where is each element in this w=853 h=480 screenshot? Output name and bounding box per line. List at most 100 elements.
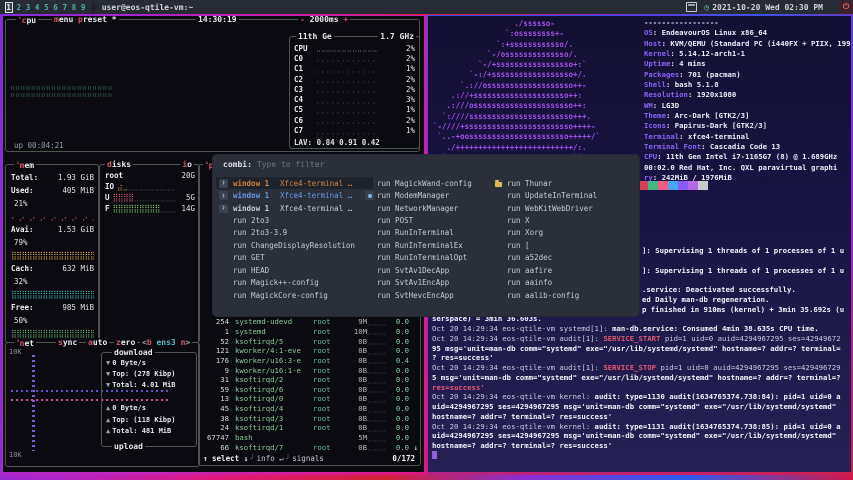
- launcher-row: ❯window 1Xfce4-terminal …run MagickWand-…: [213, 177, 639, 189]
- cpu-panel-title[interactable]: ¹cpu: [16, 16, 38, 25]
- list-item[interactable]: run SvtAv1DecApp: [365, 264, 491, 276]
- table-row[interactable]: 13ksoftirqd/0root0B⣀⣀⣀⣀⣀⣀0.0: [201, 394, 418, 404]
- list-item[interactable]: run ChangeDisplayResolution: [216, 239, 373, 251]
- table-row[interactable]: 31ksoftirqd/2root0B⣀⣀⣀⣀⣀⣀0.0: [201, 375, 418, 385]
- workspace-3[interactable]: 3: [25, 3, 31, 12]
- neofetch-info-line: Kernel: 5.14.12-arch1-1: [644, 49, 851, 59]
- menu-button[interactable]: menu: [52, 16, 75, 24]
- load-average: LAV: 0.84 0.91 0.42: [294, 138, 415, 147]
- launcher-prompt[interactable]: combi: Type to filter: [223, 160, 324, 169]
- workspace-6[interactable]: 6: [53, 3, 59, 12]
- list-item[interactable]: run [: [492, 239, 637, 251]
- table-row[interactable]: 52ksoftirqd/5root0B⣀⣀⣀⣀⣀⣀0.0: [201, 336, 418, 346]
- list-item[interactable]: run SvtAv1EncApp: [365, 277, 491, 289]
- table-row[interactable]: 66ksoftirqd/7root0B⣀⣀⣀⣀⣀⣀0.0↓: [201, 442, 418, 452]
- cpu-meter: ⣀⣀⣀⣀⣀⣀⣀⣀⣀⣀⣀⣀: [316, 44, 395, 52]
- table-row[interactable]: 67747bash5M⣀⣀⣀⣀⣀⣀0.0: [201, 433, 418, 443]
- disks-panel-title[interactable]: disks: [105, 160, 133, 169]
- list-item[interactable]: run Xorg: [492, 227, 637, 239]
- network-panel-title[interactable]: ³net: [14, 338, 36, 348]
- workspace-7[interactable]: 7: [62, 3, 68, 12]
- neofetch-info-line: Shell: bash 5.1.8: [644, 80, 851, 90]
- interval-control[interactable]: - 2000ms +: [298, 16, 350, 24]
- neofetch-info-line: CPU: 11th Gen Intel i7-1165G7 (8) @ 1.68…: [644, 152, 851, 162]
- launcher-row: run GETrun RunInTerminalOptrun a52dec: [213, 252, 639, 264]
- list-item[interactable]: run 2to3-3.9: [216, 227, 373, 239]
- workspace-8[interactable]: 8: [71, 3, 77, 12]
- endeavouros-ascii-logo: ./ssssso- `:ossssssss+- `:+ssssssssssso/…: [433, 19, 600, 163]
- list-item[interactable]: ❯window 1Xfce4-terminal …: [216, 189, 373, 201]
- io-toggle[interactable]: io: [180, 160, 194, 169]
- terminal-window-icon: ❯: [219, 204, 228, 213]
- list-item[interactable]: run X: [492, 214, 637, 226]
- net-zero-button[interactable]: zero: [114, 338, 137, 347]
- table-row[interactable]: 254systemd-udevdroot9M⣀⣀⣀⣀⣀⣀0.0: [201, 317, 418, 327]
- process-counter: 0/172: [392, 454, 415, 463]
- clock: 2021-10-20 Wed 02:30 PM: [712, 3, 823, 12]
- power-button[interactable]: ⏻: [839, 0, 853, 14]
- net-interface-selector[interactable]: <b ens3 n>: [140, 338, 192, 347]
- list-item[interactable]: run a52dec: [492, 252, 637, 264]
- table-row[interactable]: 45ksoftirqd/4root0B⣀⣀⣀⣀⣀⣀0.0: [201, 404, 418, 414]
- list-item[interactable]: run aainfo: [492, 277, 637, 289]
- list-item[interactable]: run Magick++-config: [216, 277, 373, 289]
- table-row[interactable]: 121kworker/4:1-everoot0B⣀⣀⣀⣀⣀⣀0.0: [201, 346, 418, 356]
- workspace-2[interactable]: 2: [16, 3, 22, 12]
- signals-control[interactable]: signals: [292, 454, 324, 463]
- net-sync-button[interactable]: sync: [56, 338, 79, 347]
- select-control[interactable]: ↑ select ↓: [203, 454, 248, 463]
- list-item[interactable]: run 2to3: [216, 214, 373, 226]
- palette-swatch: [668, 181, 678, 190]
- prompt-label: combi:: [223, 160, 252, 169]
- list-item[interactable]: run SvtHevcEncApp: [365, 289, 491, 301]
- workspace-1[interactable]: 1: [5, 2, 13, 13]
- info-control[interactable]: info ↵: [257, 454, 284, 463]
- upload-stat: ▲Top: (118 Kibp): [106, 414, 194, 425]
- filter-input-placeholder[interactable]: Type to filter: [257, 160, 324, 169]
- net-info-box: download upload ▼0 Byte/s▼Top: (278 Kibp…: [101, 352, 197, 447]
- list-item[interactable]: run HEAD: [216, 264, 373, 276]
- table-row[interactable]: 9kworker/u16:1-eroot0B⣀⣀⣀⣀⣀⣀0.0: [201, 365, 418, 375]
- workspace-5[interactable]: 5: [43, 3, 49, 12]
- list-item[interactable]: run Thunar: [492, 177, 637, 189]
- memory-stats: Total:1.93 GiBUsed:405 MiB21%⠄⢀⠄⢀⠄⢀⠄⢀⠄⢀⠄…: [11, 171, 94, 340]
- list-item[interactable]: ❯window 1Xfce4-terminal …: [216, 202, 373, 214]
- palette-swatch: [698, 181, 708, 190]
- preset-button[interactable]: preset *: [76, 16, 119, 24]
- desktop: 123456789 user@eos-qtile-vm:~ ◷ 2021-10-…: [0, 0, 853, 480]
- net-auto-button[interactable]: auto: [86, 338, 109, 347]
- list-item[interactable]: run MagickWand-config: [365, 177, 491, 189]
- memory-meter: ⣿⣿⣿⣿⣿⣿⣿⣿⣿⣿⣿⣿⣿⣿⣿⣿⣿: [11, 251, 94, 260]
- workspace-4[interactable]: 4: [34, 3, 40, 12]
- journal-line: hostname=? addr=? terminal=? res=success…: [432, 441, 850, 451]
- cpu-core-list: CPU⣀⣀⣀⣀⣀⣀⣀⣀⣀⣀⣀⣀2%C0⡀⡀⡀⡀⡀⡀⡀⡀⡀⡀⡀⡀2%C1⡀⡀⡀⡀⡀…: [294, 43, 415, 147]
- cpu-meter: ⡀⡀⡀⡀⡀⡀⡀⡀⡀⡀⡀⡀: [316, 54, 395, 62]
- list-item[interactable]: run MagickCore-config: [216, 289, 373, 301]
- list-item[interactable]: run UpdateInTerminal: [492, 189, 637, 201]
- systray-terminal-icon[interactable]: [686, 2, 697, 12]
- memory-row: Total:1.93 GiB: [11, 171, 94, 184]
- memory-panel-title[interactable]: ²mem: [14, 160, 36, 170]
- list-item[interactable]: run RunInTerminal: [365, 227, 491, 239]
- list-item[interactable]: ❯window 1Xfce4-terminal …: [216, 177, 373, 189]
- list-item[interactable]: run aafire: [492, 264, 637, 276]
- list-item[interactable]: run POST: [365, 214, 491, 226]
- download-stat: ▼0 Byte/s: [106, 357, 194, 368]
- window-title: user@eos-qtile-vm:~: [102, 3, 194, 12]
- table-row[interactable]: 24ksoftirqd/1root0B⣀⣀⣀⣀⣀⣀0.0: [201, 423, 418, 433]
- table-row[interactable]: 59ksoftirqd/6root0B⣀⣀⣀⣀⣀⣀0.0: [201, 384, 418, 394]
- list-item[interactable]: run aalib-config: [492, 289, 637, 301]
- list-item[interactable]: run RunInTerminalOpt: [365, 252, 491, 264]
- table-row[interactable]: 176kworker/u16:3-eroot0B⣀⣀⣀⣀⣀⣀0.4: [201, 356, 418, 366]
- interval-value: 2000ms: [305, 16, 344, 24]
- list-item[interactable]: run RunInTerminalEx: [365, 239, 491, 251]
- table-row[interactable]: 1systemdroot10M⣀⣀⣀⣀⣀⣀0.0: [201, 327, 418, 337]
- interval-increase[interactable]: +: [343, 16, 348, 24]
- table-row[interactable]: 38ksoftirqd/3root0B⣀⣀⣀⣀⣀⣀0.0: [201, 413, 418, 423]
- list-item[interactable]: run GET: [216, 252, 373, 264]
- list-item[interactable]: run ModemManager: [365, 189, 491, 201]
- list-item[interactable]: run NetworkManager: [365, 202, 491, 214]
- power-icon: ⏻: [843, 2, 849, 12]
- workspace-9[interactable]: 9: [80, 3, 86, 12]
- list-item[interactable]: run WebKitWebDriver: [492, 202, 637, 214]
